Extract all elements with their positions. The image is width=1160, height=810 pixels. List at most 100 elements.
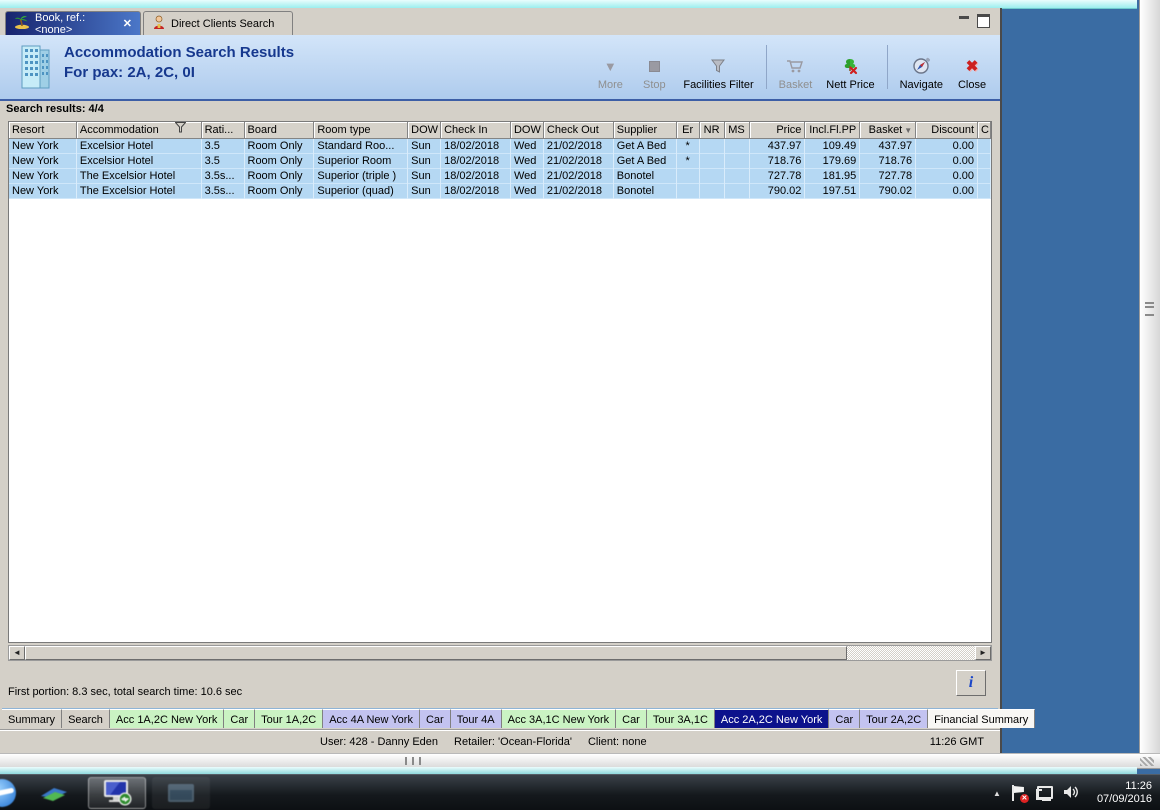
table-cell: 727.78	[860, 169, 917, 184]
table-cell: 0.00	[916, 139, 979, 154]
column-header-incl-fl-pp[interactable]: Incl.Fl.PP	[805, 122, 861, 139]
table-cell: Get A Bed	[614, 139, 677, 154]
portion-tab-financial-summary[interactable]: Financial Summary	[928, 709, 1036, 728]
table-cell: 0.00	[916, 184, 979, 199]
table-cell: 718.76	[750, 154, 806, 169]
viewport-vertical-scrollbar[interactable]	[1139, 0, 1160, 753]
portion-tab-acc-2a-2c-new-york[interactable]: Acc 2A,2C New York	[714, 709, 830, 728]
scrollbar-grip[interactable]	[405, 757, 421, 765]
app-launcher-icon[interactable]	[30, 777, 78, 809]
column-header-ms[interactable]: MS	[724, 122, 750, 139]
basket-button[interactable]: Basket	[774, 54, 818, 93]
column-header-room-type[interactable]: Room type	[314, 122, 409, 139]
network-icon[interactable]	[1035, 785, 1053, 801]
column-header-check-in[interactable]: Check In	[441, 122, 511, 139]
column-header-dow[interactable]: DOW	[408, 122, 442, 139]
portion-tab-car[interactable]: Car	[224, 709, 256, 728]
portion-tab-acc-4a-new-york[interactable]: Acc 4A New York	[323, 709, 420, 728]
scrollbar-grip[interactable]	[1145, 302, 1154, 316]
scroll-right-arrow-icon[interactable]: ►	[975, 646, 991, 660]
hotel-building-icon	[16, 43, 56, 94]
column-header-check-out[interactable]: Check Out	[543, 122, 614, 139]
table-cell: 790.02	[860, 184, 917, 199]
column-header-price[interactable]: Price	[749, 122, 806, 139]
tab-direct-clients-search[interactable]: Direct Clients Search	[143, 11, 293, 35]
table-cell: 18/02/2018	[441, 139, 511, 154]
portion-tab-car[interactable]: Car	[616, 709, 647, 728]
column-header-supplier[interactable]: Supplier	[613, 122, 677, 139]
tray-expand-icon[interactable]: ▲	[993, 789, 1001, 798]
booking-portion-tabs: Summary Search Acc 1A,2C New York Car Tour 1…	[2, 708, 1036, 730]
table-cell: 437.97	[750, 139, 806, 154]
nett-price-button[interactable]: Nett Price	[821, 54, 879, 93]
table-row[interactable]: New York Excelsior Hotel 3.5 Room Only Super…	[9, 154, 991, 169]
scrollbar-thumb[interactable]	[25, 646, 847, 660]
stop-button[interactable]: Stop	[634, 54, 674, 93]
table-cell: Sun	[408, 139, 442, 154]
column-header-resort[interactable]: Resort	[9, 122, 77, 139]
table-row[interactable]: New York Excelsior Hotel 3.5 Room Only Stand…	[9, 139, 991, 154]
table-cell: 109.49	[805, 139, 861, 154]
column-header-nr[interactable]: NR	[699, 122, 725, 139]
portion-tab-summary[interactable]: Summary	[2, 709, 63, 728]
table-cell: Wed	[511, 169, 544, 184]
toolbar-separator	[765, 45, 767, 89]
column-header-basket[interactable]: Basket ▼	[860, 122, 917, 139]
portion-tab-search[interactable]: Search	[62, 709, 110, 728]
portion-tab-tour-4a[interactable]: Tour 4A	[450, 709, 502, 728]
resize-grip-icon[interactable]	[1140, 757, 1154, 766]
clock-date: 07/09/2016	[1096, 793, 1152, 805]
speaker-icon[interactable]	[1063, 784, 1081, 803]
column-header-dow[interactable]: DOW	[510, 122, 544, 139]
column-header-c[interactable]: C	[978, 122, 991, 139]
remote-desktop-icon[interactable]	[88, 777, 146, 809]
inactive-window-icon[interactable]	[152, 777, 210, 809]
info-button[interactable]: i	[956, 670, 986, 696]
taskbar-clock[interactable]: 11:26 07/09/2016	[1091, 780, 1152, 806]
page-subtitle: For pax: 2A, 2C, 0I	[64, 64, 195, 81]
table-cell	[725, 154, 750, 169]
table-cell: New York	[9, 139, 77, 154]
results-header-row: Resort Accommodation Rati... Board Room type…	[9, 122, 991, 139]
window-controls	[958, 14, 990, 28]
table-cell: Wed	[511, 184, 544, 199]
table-row[interactable]: New York The Excelsior Hotel 3.5s... Room O…	[9, 184, 991, 199]
browser-icon[interactable]	[0, 779, 16, 807]
column-header-discount[interactable]: Discount	[916, 122, 979, 139]
table-horizontal-scrollbar[interactable]: ◄ ►	[8, 645, 992, 661]
column-header-rati-[interactable]: Rati...	[201, 122, 245, 139]
more-button[interactable]: ▼ More	[590, 54, 630, 93]
portion-tab-acc-1a-2c-new-york[interactable]: Acc 1A,2C New York	[109, 709, 225, 728]
column-header-accommodation[interactable]: Accommodation	[76, 122, 202, 139]
action-center-icon[interactable]: ✕	[1011, 785, 1029, 803]
scroll-left-arrow-icon[interactable]: ◄	[9, 646, 25, 660]
column-header-board[interactable]: Board	[244, 122, 315, 139]
table-cell: Room Only	[245, 184, 315, 199]
toolbar-separator	[886, 45, 888, 89]
table-cell: Room Only	[245, 169, 315, 184]
table-cell: 0.00	[916, 154, 979, 169]
close-button[interactable]: ✖ Close	[952, 54, 992, 93]
table-cell: 179.69	[805, 154, 861, 169]
navigate-button[interactable]: Navigate	[895, 54, 948, 93]
portion-tab-tour-1a-2c[interactable]: Tour 1A,2C	[255, 709, 324, 728]
window-minimize-button[interactable]	[958, 14, 971, 25]
facilities-filter-button[interactable]: Facilities Filter	[678, 54, 758, 93]
column-header-er[interactable]: Er	[676, 122, 700, 139]
table-cell: 3.5	[202, 139, 245, 154]
table-cell: The Excelsior Hotel	[77, 184, 202, 199]
tab-book-ref[interactable]: Book, ref.: <none> ✕	[5, 11, 141, 36]
table-cell: Bonotel	[614, 169, 677, 184]
portion-tab-car[interactable]: Car	[419, 709, 451, 728]
table-cell	[978, 169, 991, 184]
tab-close-icon[interactable]: ✕	[123, 17, 132, 30]
tab-label: Direct Clients Search	[171, 17, 275, 30]
portion-tab-tour-3a-1c[interactable]: Tour 3A,1C	[646, 709, 715, 728]
window-maximize-button[interactable]	[977, 14, 990, 28]
funnel-filter-icon[interactable]	[161, 122, 187, 138]
table-row[interactable]: New York The Excelsior Hotel 3.5s... Room O…	[9, 169, 991, 184]
portion-tab-acc-3a-1c-new-york[interactable]: Acc 3A,1C New York	[501, 709, 617, 728]
portion-tab-tour-2a-2c[interactable]: Tour 2A,2C	[860, 709, 929, 728]
table-cell: Excelsior Hotel	[77, 154, 202, 169]
portion-tab-car[interactable]: Car	[829, 709, 861, 728]
